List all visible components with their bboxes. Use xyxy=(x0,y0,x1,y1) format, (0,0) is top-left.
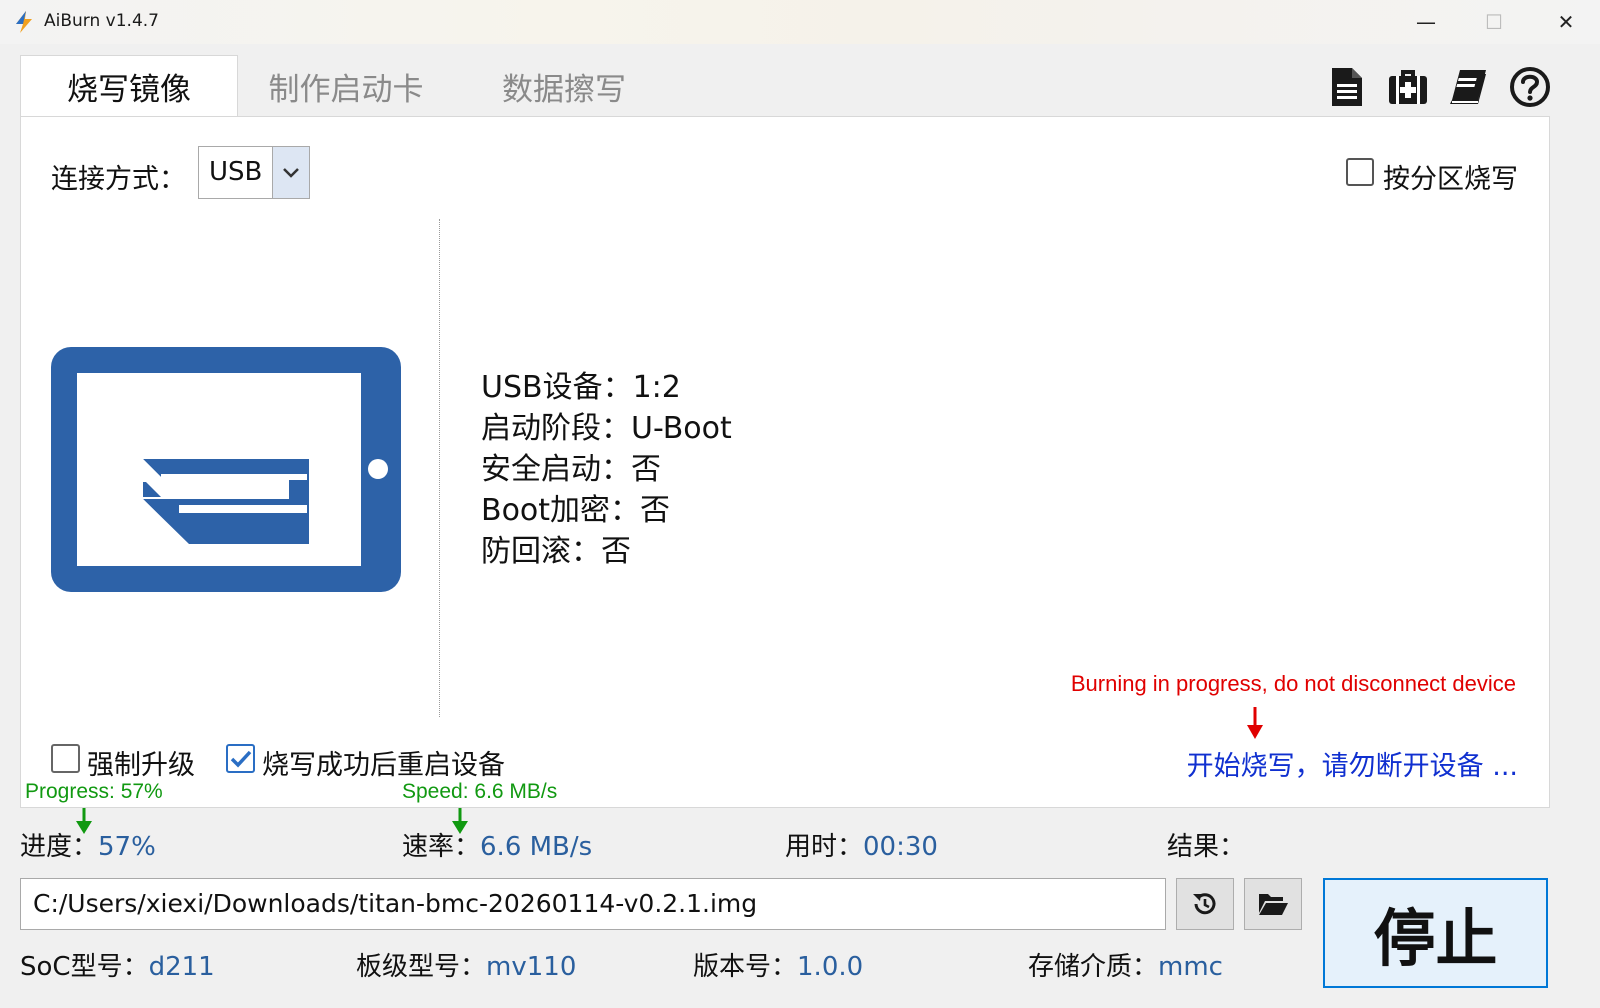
speed-annotation: Speed: 6.6 MB/s xyxy=(402,780,558,803)
close-button[interactable]: ✕ xyxy=(1532,0,1600,44)
progress-value: 57% xyxy=(98,832,156,862)
force-upgrade-label: 强制升级 xyxy=(87,750,195,781)
aiburn-logo-icon xyxy=(16,11,32,33)
connection-label: 连接方式： xyxy=(51,164,186,195)
time-stat: 用时：00:30 xyxy=(785,826,938,863)
document-icon[interactable] xyxy=(1326,66,1368,108)
burn-status-text: 开始烧写，请勿断开设备 ... xyxy=(1186,751,1518,782)
board-label: 板级型号： xyxy=(356,952,487,982)
speed-stat: 速率：6.6 MB/s xyxy=(402,826,592,863)
storage-value: mmc xyxy=(1158,952,1223,982)
title-bar: AiBurn v1.4.7 — ☐ ✕ xyxy=(0,0,1600,44)
usb-device-info: USB设备：1:2 xyxy=(481,370,681,405)
result-stat: 结果： xyxy=(1167,826,1245,863)
soc-label: SoC型号： xyxy=(20,952,149,982)
reboot-after-checkbox[interactable] xyxy=(226,744,255,773)
open-folder-button[interactable] xyxy=(1244,878,1302,930)
speed-label: 速率： xyxy=(402,832,481,862)
partition-burn-label: 按分区烧写 xyxy=(1383,164,1518,195)
speed-value: 6.6 MB/s xyxy=(480,832,593,862)
tab-burn-image[interactable]: 烧写镜像 xyxy=(20,55,238,117)
help-icon[interactable] xyxy=(1509,66,1551,108)
version-label: 版本号： xyxy=(693,952,798,982)
storage-medium: 存储介质：mmc xyxy=(1028,946,1223,983)
progress-stat: 进度：57% xyxy=(20,826,156,863)
history-button[interactable] xyxy=(1176,878,1234,930)
storage-label: 存储介质： xyxy=(1028,952,1159,982)
medical-kit-icon[interactable] xyxy=(1387,66,1429,108)
time-value: 00:30 xyxy=(863,832,938,862)
board-model: 板级型号：mv110 xyxy=(356,946,576,983)
folder-open-icon xyxy=(1259,894,1288,915)
reboot-after-label: 烧写成功后重启设备 xyxy=(262,750,505,781)
book-icon[interactable] xyxy=(1448,66,1490,108)
progress-annotation: Progress: 57% xyxy=(25,780,163,803)
tablet-device-icon xyxy=(51,347,401,592)
tab-make-boot-card[interactable]: 制作启动卡 xyxy=(252,55,440,117)
soc-value: d211 xyxy=(148,952,215,982)
stop-button[interactable]: 停止 xyxy=(1323,878,1548,988)
boot-stage-info: 启动阶段：U-Boot xyxy=(481,411,732,446)
connection-value: USB xyxy=(209,157,263,187)
red-down-arrow-icon xyxy=(1247,707,1263,739)
time-label: 用时： xyxy=(785,832,864,862)
version-number: 版本号：1.0.0 xyxy=(693,946,863,983)
board-value: mv110 xyxy=(486,952,577,982)
device-info: USB设备：1:2 启动阶段：U-Boot 安全启动：否 Boot加密：否 防回… xyxy=(481,367,732,572)
divider xyxy=(439,219,440,717)
anti-rollback-info: 防回滚：否 xyxy=(481,534,631,569)
tab-data-erase[interactable]: 数据擦写 xyxy=(470,55,658,117)
maximize-button[interactable]: ☐ xyxy=(1460,0,1528,44)
result-label: 结果： xyxy=(1167,832,1246,862)
window-title: AiBurn v1.4.7 xyxy=(44,11,159,31)
progress-label: 进度： xyxy=(20,832,99,862)
version-value: 1.0.0 xyxy=(797,952,864,982)
partition-burn-checkbox[interactable] xyxy=(1346,158,1374,186)
warning-annotation: Burning in progress, do not disconnect d… xyxy=(1070,671,1516,696)
minimize-button[interactable]: — xyxy=(1392,0,1460,44)
history-icon xyxy=(1193,893,1216,915)
chevron-down-icon[interactable] xyxy=(272,147,309,198)
checkmark-icon xyxy=(230,750,251,768)
connection-select[interactable]: USB xyxy=(198,146,310,199)
burn-image-panel: 连接方式： USB 按分区烧写 USB设备：1:2 启动阶段：U-Boot 安全… xyxy=(20,116,1550,808)
force-upgrade-checkbox[interactable] xyxy=(51,744,80,773)
image-path-input[interactable]: C:/Users/xiexi/Downloads/titan-bmc-20260… xyxy=(20,878,1166,930)
soc-model: SoC型号：d211 xyxy=(20,946,215,983)
boot-encrypt-info: Boot加密：否 xyxy=(481,493,671,528)
secure-boot-info: 安全启动：否 xyxy=(481,452,661,487)
